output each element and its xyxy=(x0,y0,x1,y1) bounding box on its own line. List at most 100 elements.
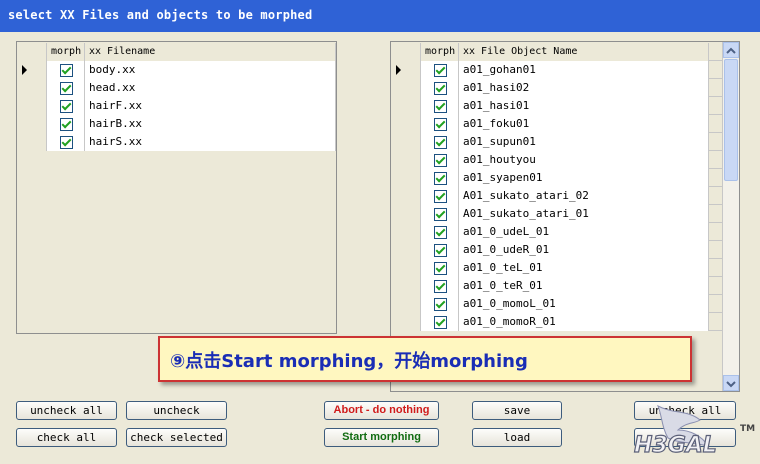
scroll-up-button[interactable] xyxy=(723,42,739,58)
object-row[interactable]: a01_gohan01 xyxy=(391,61,724,79)
object-name-cell: a01_0_momoL_01 xyxy=(459,295,709,313)
object-row[interactable]: a01_0_momoR_01 xyxy=(391,313,724,331)
row-selector[interactable] xyxy=(391,115,421,133)
file-name-cell: hairS.xx xyxy=(85,133,336,151)
column-header-object-name[interactable]: xx File Object Name xyxy=(459,43,709,61)
watermark-logo-icon: H3GAL xyxy=(633,404,717,459)
row-selector[interactable] xyxy=(391,223,421,241)
scroll-thumb[interactable] xyxy=(724,59,738,181)
uncheck-all-files-button[interactable]: uncheck all xyxy=(16,401,117,420)
object-grid-header: morph xx File Object Name xyxy=(391,43,724,61)
morph-checkbox[interactable] xyxy=(434,82,447,95)
morph-checkbox[interactable] xyxy=(434,154,447,167)
morph-cell xyxy=(421,79,459,97)
row-selector[interactable] xyxy=(391,259,421,277)
row-selector[interactable] xyxy=(391,133,421,151)
file-name-cell: hairF.xx xyxy=(85,97,336,115)
check-all-files-button[interactable]: check all xyxy=(16,428,117,447)
morph-cell xyxy=(421,61,459,79)
row-selector[interactable] xyxy=(391,295,421,313)
uncheck-button[interactable]: uncheck xyxy=(126,401,227,420)
column-header-morph[interactable]: morph xyxy=(421,43,459,61)
object-row[interactable]: a01_hasi01 xyxy=(391,97,724,115)
object-name-cell: A01_sukato_atari_02 xyxy=(459,187,709,205)
row-selector[interactable] xyxy=(391,151,421,169)
morph-cell xyxy=(421,205,459,223)
object-row[interactable]: a01_syapen01 xyxy=(391,169,724,187)
file-row[interactable]: hairB.xx xyxy=(17,115,336,133)
column-header-morph[interactable]: morph xyxy=(47,43,85,61)
start-morphing-button[interactable]: Start morphing xyxy=(324,428,439,447)
morph-checkbox[interactable] xyxy=(434,190,447,203)
object-row[interactable]: a01_houtyou xyxy=(391,151,724,169)
object-row[interactable]: a01_0_udeR_01 xyxy=(391,241,724,259)
object-name-cell: a01_0_udeR_01 xyxy=(459,241,709,259)
morph-cell xyxy=(421,187,459,205)
morph-checkbox[interactable] xyxy=(434,136,447,149)
object-row[interactable]: a01_0_teR_01 xyxy=(391,277,724,295)
morph-cell xyxy=(47,133,85,151)
object-row[interactable]: A01_sukato_atari_02 xyxy=(391,187,724,205)
morph-checkbox[interactable] xyxy=(434,100,447,113)
morph-checkbox[interactable] xyxy=(434,262,447,275)
morph-checkbox[interactable] xyxy=(434,64,447,77)
morph-checkbox[interactable] xyxy=(434,298,447,311)
object-row[interactable]: a01_foku01 xyxy=(391,115,724,133)
morph-checkbox[interactable] xyxy=(434,226,447,239)
window-title: select XX Files and objects to be morphe… xyxy=(8,8,313,22)
morph-checkbox[interactable] xyxy=(434,280,447,293)
object-row[interactable]: a01_0_momoL_01 xyxy=(391,295,724,313)
site-watermark-logo: H3GAL TM xyxy=(628,400,755,460)
check-selected-button[interactable]: check selected xyxy=(126,428,227,447)
row-selector[interactable] xyxy=(391,205,421,223)
file-row[interactable]: head.xx xyxy=(17,79,336,97)
morph-cell xyxy=(421,313,459,331)
morph-checkbox[interactable] xyxy=(434,244,447,257)
morph-checkbox[interactable] xyxy=(60,118,73,131)
row-selector[interactable] xyxy=(391,169,421,187)
morph-checkbox[interactable] xyxy=(434,316,447,329)
object-row[interactable]: a01_0_udeL_01 xyxy=(391,223,724,241)
vertical-scrollbar[interactable] xyxy=(722,42,739,391)
object-row[interactable]: a01_supun01 xyxy=(391,133,724,151)
morph-cell xyxy=(421,259,459,277)
column-header-filename[interactable]: xx Filename xyxy=(85,43,336,61)
object-row[interactable]: a01_hasi02 xyxy=(391,79,724,97)
save-button[interactable]: save xyxy=(472,401,562,420)
object-name-cell: a01_0_udeL_01 xyxy=(459,223,709,241)
file-name-cell: body.xx xyxy=(85,61,336,79)
row-selector[interactable] xyxy=(17,79,47,97)
row-selector[interactable] xyxy=(391,187,421,205)
callout-text: ⑨点击Start morphing，开始morphing xyxy=(170,351,528,372)
morph-checkbox[interactable] xyxy=(60,64,73,77)
morph-checkbox[interactable] xyxy=(60,136,73,149)
morph-checkbox[interactable] xyxy=(434,172,447,185)
scroll-down-button[interactable] xyxy=(723,375,739,391)
svg-text:H3GAL: H3GAL xyxy=(634,433,717,458)
object-name-cell: a01_foku01 xyxy=(459,115,709,133)
abort-button[interactable]: Abort - do nothing xyxy=(324,401,439,420)
morph-cell xyxy=(47,115,85,133)
morph-cell xyxy=(421,223,459,241)
file-row[interactable]: hairS.xx xyxy=(17,133,336,151)
morph-checkbox[interactable] xyxy=(434,208,447,221)
row-selector[interactable] xyxy=(17,133,47,151)
row-selector[interactable] xyxy=(17,97,47,115)
row-selector[interactable] xyxy=(391,97,421,115)
object-row[interactable]: a01_0_teL_01 xyxy=(391,259,724,277)
object-row[interactable]: A01_sukato_atari_01 xyxy=(391,205,724,223)
file-row[interactable]: hairF.xx xyxy=(17,97,336,115)
morph-checkbox[interactable] xyxy=(60,100,73,113)
row-selector[interactable] xyxy=(391,61,421,79)
morph-checkbox[interactable] xyxy=(434,118,447,131)
morph-checkbox[interactable] xyxy=(60,82,73,95)
row-selector[interactable] xyxy=(391,241,421,259)
row-selector[interactable] xyxy=(391,79,421,97)
row-selector[interactable] xyxy=(17,61,47,79)
row-selector[interactable] xyxy=(391,313,421,331)
file-row[interactable]: body.xx xyxy=(17,61,336,79)
file-grid[interactable]: morph xx Filename body.xx head.xx hairF.xx… xyxy=(16,41,337,334)
load-button[interactable]: load xyxy=(472,428,562,447)
row-selector[interactable] xyxy=(391,277,421,295)
row-selector[interactable] xyxy=(17,115,47,133)
